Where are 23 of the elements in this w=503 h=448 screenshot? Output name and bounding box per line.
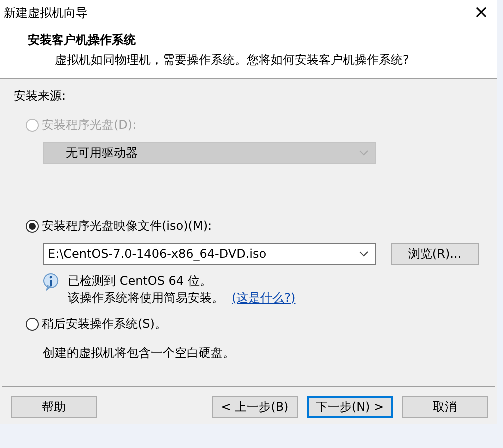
window-title: 新建虚拟机向导 (4, 4, 88, 22)
caret-icon (359, 251, 369, 257)
radio-button[interactable] (26, 220, 39, 232)
wizard-button[interactable]: 取消 (402, 396, 488, 418)
radio-label: 稍后安装操作系统(S)。 (42, 316, 167, 332)
source-label: 安装来源: (14, 88, 68, 105)
radio-button[interactable] (26, 318, 39, 330)
browse-button[interactable]: 浏览(R)... (391, 243, 479, 265)
radio-label: 安装程序光盘(D): (42, 116, 137, 134)
radio-label: 安装程序光盘映像文件(iso)(M): (42, 218, 212, 234)
wizard-button[interactable]: < 上一步(B) (212, 396, 298, 418)
caret-icon (359, 150, 369, 156)
close-button[interactable]: × (466, 3, 497, 23)
help-button[interactable]: 帮助 (11, 396, 97, 418)
header-title: 安装客户机操作系统 (28, 32, 137, 49)
info-icon (43, 273, 59, 291)
note-text: 创建的虚拟机将包含一个空白硬盘。 (43, 345, 236, 362)
detection-text: 已检测到 CentOS 64 位。 (68, 273, 213, 290)
help-link[interactable]: (这是什么?) (232, 290, 296, 307)
header-subtitle: 虚拟机如同物理机，需要操作系统。您将如何安装客户机操作系统? (55, 52, 410, 69)
wizard-button[interactable]: 下一步(N) > (307, 396, 393, 418)
dropdown[interactable]: E:\CentOS-7.0-1406-x86_64-DVD.iso (43, 243, 376, 265)
easy-install-text: 该操作系统将使用简易安装。 (68, 290, 224, 307)
